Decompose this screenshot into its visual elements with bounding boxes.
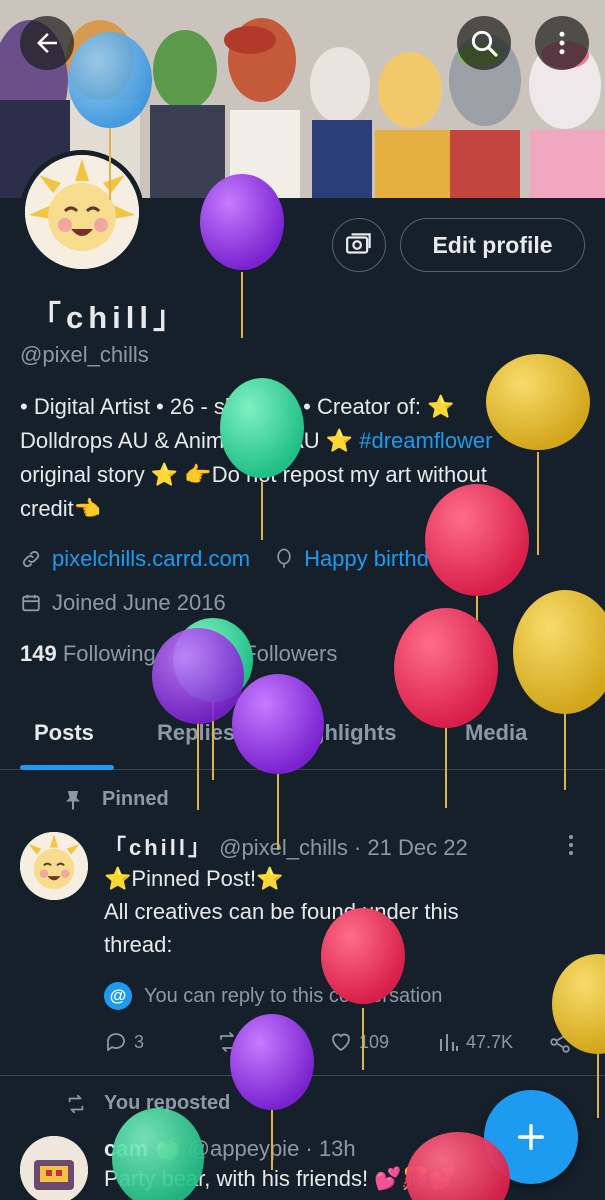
search-icon <box>471 30 498 57</box>
repost-handle-time: @appeypie · 13h <box>187 1136 356 1161</box>
repost-count: 14 <box>246 1031 267 1052</box>
tweet-text-line-1: ⭐Pinned Post!⭐ <box>104 866 284 891</box>
reply-restriction-note: @ You can reply to this conversation <box>104 982 442 1010</box>
arrow-left-icon <box>37 33 57 53</box>
joined-text: Joined June 2016 <box>52 590 226 615</box>
tweet-text-line-2: All creatives can be found under this <box>104 899 459 924</box>
reply-count: 3 <box>134 1031 145 1052</box>
tab-posts[interactable]: Posts <box>34 720 94 746</box>
repost-icon <box>220 1032 236 1052</box>
calendar-icon <box>22 594 40 612</box>
profile-bio: • Digital Artist • 26 - she/they • Creat… <box>20 390 590 526</box>
display-name: 「chill」 <box>30 300 190 335</box>
tweet-text: ⭐Pinned Post!⭐ All creatives can be foun… <box>104 862 574 961</box>
more-vertical-icon <box>569 835 573 855</box>
repost-text: Party bear, with his friends! 💕🎊💕 <box>104 1166 457 1191</box>
avatar-image <box>25 155 139 269</box>
joined-date: Joined June 2016 <box>20 590 226 616</box>
balloon-icon <box>277 548 291 568</box>
profile-handle: @pixel_chills <box>20 342 149 367</box>
link-icon <box>22 550 40 568</box>
pinned-text: Pinned <box>102 788 169 810</box>
reply-icon <box>107 1033 125 1051</box>
reply-note-text: You can reply to this conversation <box>144 984 443 1007</box>
tweet-author-name[interactable]: 「chill」 <box>104 835 213 860</box>
pin-icon <box>66 790 80 809</box>
follow-stats: 149 Following 9,582 Followers <box>20 641 337 667</box>
bio-line-3: original story ⭐ 👉Do not repost my art w… <box>20 462 487 487</box>
tweet-header: 「chill」 @pixel_chills · 21 Dec 22 <box>104 830 468 862</box>
tab-media[interactable]: Media <box>465 720 527 746</box>
tweet-avatar[interactable] <box>20 832 88 900</box>
reply-button[interactable]: 3 <box>104 1030 144 1054</box>
repost-label: You reposted <box>64 1092 230 1115</box>
more-vertical-icon <box>559 31 565 55</box>
at-sign-icon: @ <box>104 982 132 1010</box>
avatar-image <box>20 1136 88 1200</box>
following-label: Following <box>62 641 156 666</box>
followers-count: 9,582 <box>182 641 238 666</box>
active-tab-indicator <box>20 765 114 770</box>
tweet-actions: 3 14 109 47.7K <box>104 1030 584 1060</box>
like-count: 109 <box>359 1031 390 1052</box>
following-link[interactable]: 149 Following <box>20 641 156 666</box>
subscribe-camera-button[interactable] <box>332 218 386 272</box>
search-button[interactable] <box>457 16 511 70</box>
view-count: 47.7K <box>466 1031 514 1052</box>
repost-label-text: You reposted <box>104 1092 231 1114</box>
repost-button[interactable]: 14 <box>216 1030 266 1054</box>
profile-avatar[interactable] <box>20 150 144 274</box>
following-count: 149 <box>20 641 57 666</box>
repost-author-name[interactable]: cam 🍏 <box>104 1136 182 1161</box>
followers-label: Followers <box>243 641 338 666</box>
tab-replies[interactable]: Replies <box>157 720 235 746</box>
views-button[interactable]: 47.7K <box>438 1030 513 1054</box>
followers-link[interactable]: 9,582 Followers <box>182 641 337 666</box>
more-options-button[interactable] <box>535 16 589 70</box>
camera-icon <box>346 233 371 254</box>
tweet-more-button[interactable] <box>562 832 580 863</box>
website-link[interactable]: pixelchills.carrd.com <box>52 546 250 572</box>
share-button[interactable] <box>548 1030 578 1054</box>
pinned-label: Pinned <box>64 788 169 811</box>
bio-line-4: credit👈 <box>20 496 102 521</box>
birthday-link[interactable]: Happy birthday! <box>304 546 458 572</box>
profile-meta-links: pixelchills.carrd.com Happy birthday! <box>20 546 458 572</box>
profile-tabs: Posts Replies Highlights Media <box>0 708 605 770</box>
heart-icon <box>332 1033 350 1052</box>
like-button[interactable]: 109 <box>329 1030 389 1054</box>
tweet-divider <box>0 1075 605 1076</box>
repost-header: cam 🍏 @appeypie · 13h <box>104 1136 356 1162</box>
balloon <box>200 174 284 338</box>
back-button[interactable] <box>20 16 74 70</box>
bio-line-1: • Digital Artist • 26 - she/they • Creat… <box>20 394 455 419</box>
bio-line-2: Dolldrops AU & Animutants AU ⭐ #dreamflo… <box>20 424 590 458</box>
plus-icon <box>517 1123 545 1151</box>
edit-profile-button[interactable]: Edit profile <box>400 218 585 272</box>
reposted-author-avatar[interactable] <box>20 1136 88 1200</box>
bio-line-2-text: Dolldrops AU & Animutants AU ⭐ <box>20 428 360 453</box>
hashtag-link[interactable]: #dreamflower <box>359 428 492 453</box>
tab-highlights[interactable]: Highlights <box>289 720 397 746</box>
share-icon <box>550 1031 570 1053</box>
bar-chart-icon <box>440 1034 458 1051</box>
tweet-text-line-3: thread: <box>104 932 173 957</box>
compose-button[interactable] <box>484 1090 578 1184</box>
tweet-handle-date: @pixel_chills · 21 Dec 22 <box>219 835 468 860</box>
repost-icon <box>68 1094 84 1113</box>
avatar-image <box>20 832 88 900</box>
